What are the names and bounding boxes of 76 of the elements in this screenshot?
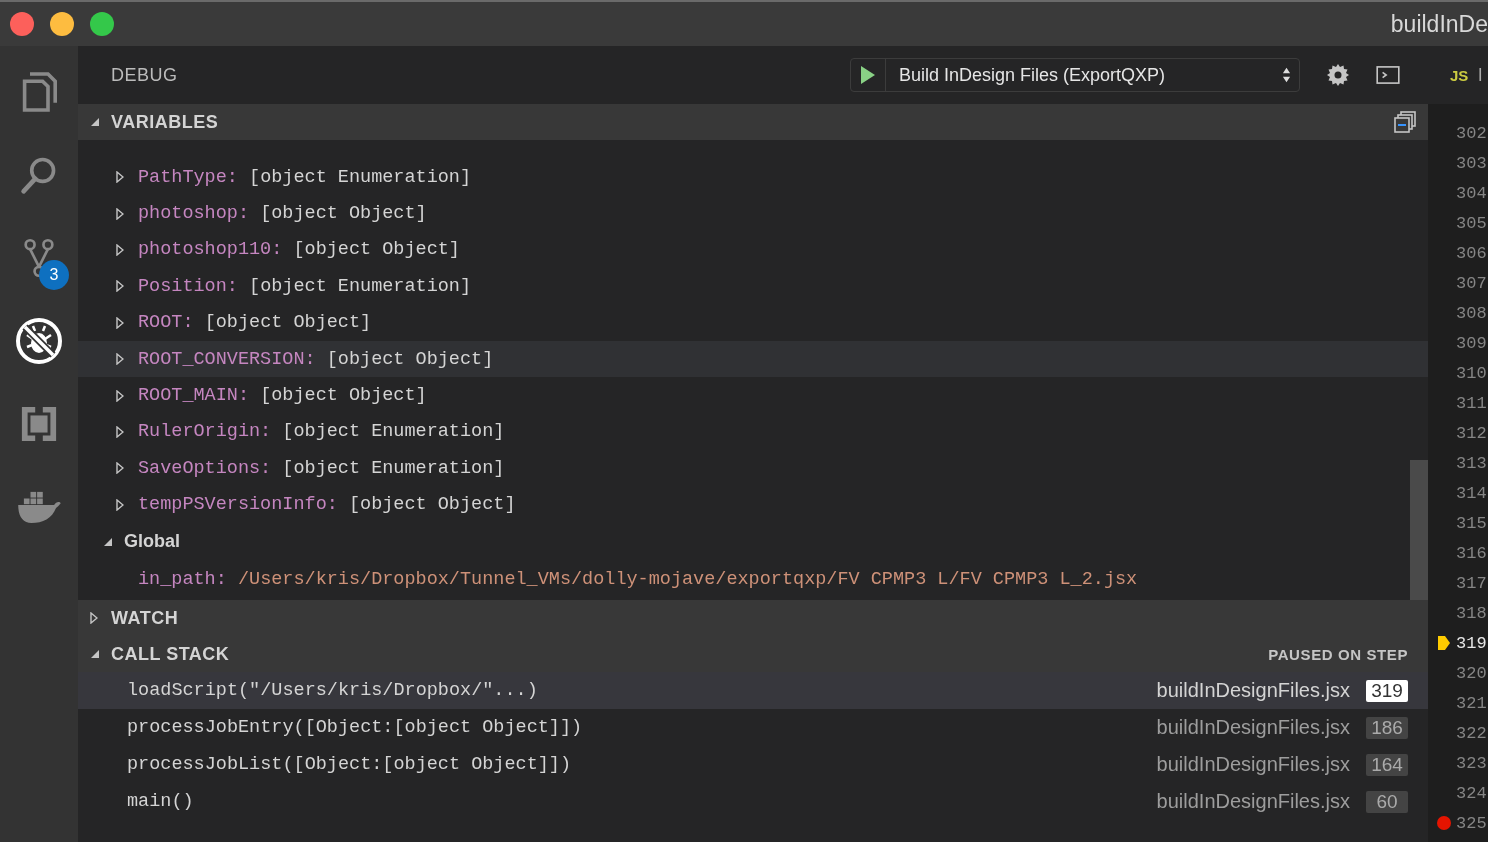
stack-frame[interactable]: main() buildInDesignFiles.jsx 60 — [78, 783, 1428, 820]
line-number: 309 — [1456, 333, 1487, 353]
variable-entry[interactable]: ROOT_CONVERSION: [object Object] — [138, 348, 494, 370]
scope-label[interactable]: Global — [124, 531, 180, 553]
line-number: 302 — [1456, 123, 1487, 143]
whale-icon[interactable] — [16, 490, 62, 524]
line-number: 305 — [1456, 213, 1487, 233]
expand-arrow-icon[interactable] — [116, 280, 124, 293]
terminal-icon[interactable] — [1376, 66, 1400, 84]
section-header[interactable]: WATCH — [78, 600, 1428, 636]
line-number: 310 — [1456, 363, 1487, 383]
close-button[interactable] — [10, 12, 34, 36]
line-number: 308 — [1456, 303, 1487, 323]
expand-arrow-icon[interactable] — [90, 612, 98, 624]
variable-entry[interactable]: SaveOptions: [object Enumeration] — [138, 457, 505, 479]
line-number: 306 — [1456, 243, 1487, 263]
collapse-arrow-icon[interactable] — [90, 649, 100, 659]
line-number: 312 — [1456, 423, 1487, 443]
collapse-arrow-icon[interactable] — [103, 536, 113, 547]
variable-entry[interactable]: RulerOrigin: [object Enumeration] — [138, 421, 505, 443]
variable-entry[interactable]: ROOT: [object Object] — [138, 312, 372, 334]
expand-arrow-icon[interactable] — [116, 425, 124, 438]
expand-arrow-icon[interactable] — [116, 389, 124, 402]
variable-entry[interactable]: tempPSVersionInfo: [object Object] — [138, 494, 516, 516]
line-number: 304 — [1456, 183, 1487, 203]
variable-entry[interactable]: PathType: [object Enumeration] — [138, 166, 472, 188]
variable-entry[interactable]: photoshop: [object Object] — [138, 203, 427, 225]
expand-arrow-icon[interactable] — [116, 243, 124, 256]
line-number: 303 — [1456, 153, 1487, 173]
variable-entry[interactable]: in_path: /Users/kris/Dropbox/Tunnel_VMs/dolly-mojave/exportqxp/FV CPMP3 L/FV CPMP3 L_2.jsx — [138, 568, 1138, 590]
extensions-icon[interactable] — [20, 405, 58, 443]
line-number: 324 — [1456, 783, 1487, 803]
zoom-button[interactable] — [90, 12, 114, 36]
window-title: buildInDe — [1390, 10, 1488, 38]
line-number: 316 — [1456, 543, 1487, 563]
line-number: 319 — [1456, 633, 1487, 653]
expand-arrow-icon[interactable] — [116, 316, 124, 329]
count-badge: 3 — [39, 260, 69, 290]
launch-configuration-dropdown[interactable]: Build InDesign Files (ExportQXP) — [850, 58, 1300, 92]
line-number: 322 — [1456, 723, 1487, 743]
line-number: 325 — [1456, 813, 1487, 833]
line-number: 315 — [1456, 513, 1487, 533]
section-header[interactable]: VARIABLES — [78, 104, 1428, 140]
line-number: 321 — [1456, 693, 1487, 713]
breakpoint-icon[interactable] — [1437, 816, 1451, 830]
explorer-icon[interactable] — [21, 72, 57, 112]
line-number: 320 — [1456, 663, 1487, 683]
expand-arrow-icon[interactable] — [116, 462, 124, 475]
variable-entry[interactable]: ROOT_MAIN: [object Object] — [138, 385, 427, 407]
stack-frame[interactable]: processJobEntry([Object:[object Object]]) buildInDesignFiles.jsx 186 — [78, 709, 1428, 746]
line-number: 317 — [1456, 573, 1487, 593]
section-header[interactable]: CALL STACK PAUSED ON STEP — [78, 636, 1428, 672]
collapse-all-icon[interactable] — [1394, 111, 1416, 133]
line-number: 323 — [1456, 753, 1487, 773]
debug-icon[interactable] — [15, 317, 63, 365]
expand-arrow-icon[interactable] — [116, 171, 124, 184]
line-number: 314 — [1456, 483, 1487, 503]
variable-entry[interactable]: photoshop110: [object Object] — [138, 239, 460, 261]
stack-frame[interactable]: processJobList([Object:[object Object]]) buildInDesignFiles.jsx 164 — [78, 746, 1428, 783]
panel-title: DEBUG — [111, 64, 178, 86]
variable-entry[interactable]: Position: [object Enumeration] — [138, 275, 472, 297]
line-number: 313 — [1456, 453, 1487, 473]
line-number: 307 — [1456, 273, 1487, 293]
start-debugging-icon[interactable] — [860, 65, 876, 85]
settings-icon[interactable] — [1326, 63, 1350, 87]
scrollbar-thumb[interactable] — [1410, 460, 1428, 600]
line-number: 318 — [1456, 603, 1487, 623]
expand-arrow-icon[interactable] — [116, 498, 124, 511]
stack-frame[interactable]: loadScript("/Users/kris/Dropbox/"...) buildInDesignFiles.jsx 319 — [78, 672, 1428, 709]
line-number: 311 — [1456, 393, 1487, 413]
editor-tab[interactable]: JS l — [1428, 46, 1488, 104]
expand-arrow-icon[interactable] — [116, 353, 124, 366]
minimize-button[interactable] — [50, 12, 74, 36]
expand-arrow-icon[interactable] — [116, 207, 124, 220]
collapse-arrow-icon[interactable] — [90, 117, 100, 127]
updown-arrows-icon — [1282, 66, 1291, 84]
